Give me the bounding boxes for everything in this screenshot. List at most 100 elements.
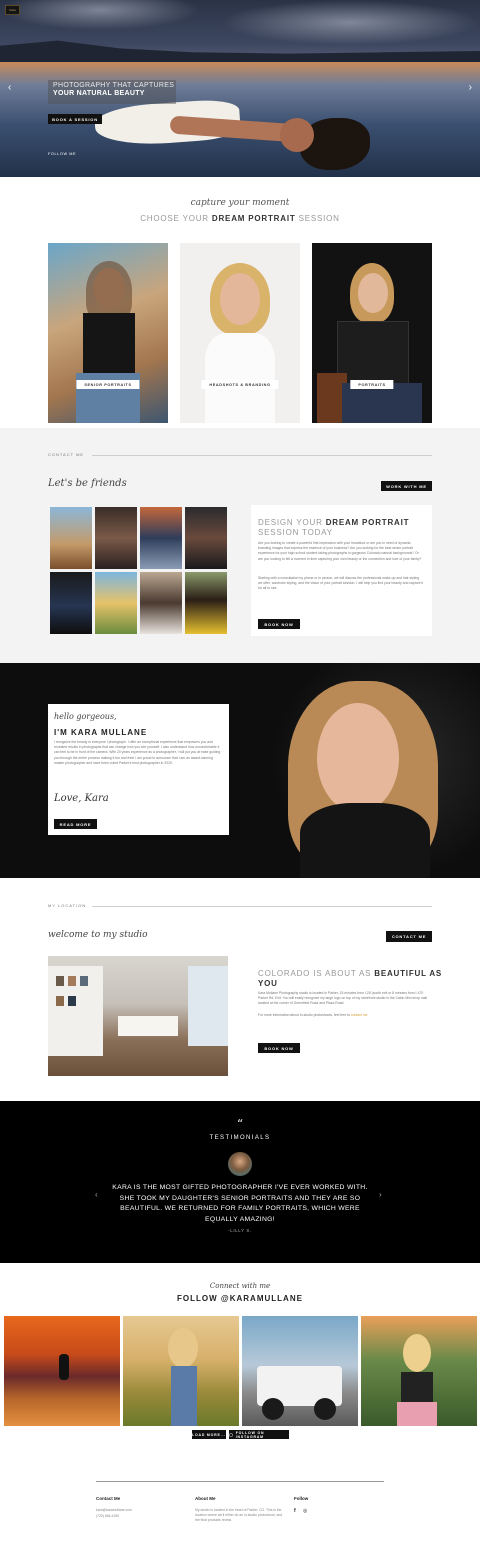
instagram-icon: ◯	[229, 1432, 234, 1437]
footer-follow-title: Follow	[294, 1496, 309, 1501]
site-logo[interactable]: Kara	[5, 5, 20, 15]
choose-heading-bold: DREAM PORTRAIT	[211, 214, 296, 223]
card-model-jeans	[342, 383, 422, 423]
kara-face	[317, 703, 399, 813]
instagram-post[interactable]	[361, 1316, 477, 1426]
studio-frame	[80, 976, 88, 986]
instagram-post[interactable]	[123, 1316, 239, 1426]
gallery-thumb[interactable]	[95, 507, 137, 569]
facebook-icon[interactable]: f	[294, 1508, 296, 1514]
instagram-post[interactable]	[4, 1316, 120, 1426]
location-script: welcome to my studio	[48, 930, 148, 940]
hero-caption-line2: YOUR NATURAL BEAUTY	[53, 90, 145, 97]
chevron-right-icon[interactable]: ›	[379, 1190, 382, 1199]
contact-section-label: CONTACT ME	[48, 452, 85, 457]
card-model-hair	[86, 261, 132, 321]
footer-divider	[96, 1481, 384, 1482]
about-script: hello gorgeous,	[54, 712, 117, 721]
portraits-label[interactable]: PORTRAITS	[350, 380, 394, 389]
chevron-right-icon[interactable]: ›	[469, 82, 472, 93]
hero-model-face	[280, 118, 314, 152]
instagram-icon[interactable]: ◎	[303, 1508, 307, 1514]
design-heading-prefix: DESIGN YOUR	[258, 518, 326, 527]
portraits-card[interactable]: PORTRAITS	[312, 243, 432, 423]
senior-portraits-label[interactable]: SENIOR PORTRAITS	[76, 380, 140, 389]
gallery-thumb[interactable]	[185, 507, 227, 569]
location-heading-bold: BEAUTIFUL AS	[374, 969, 443, 978]
testimonials-title: TESTIMONIALS	[209, 1135, 271, 1141]
choose-heading: CHOOSE YOUR DREAM PORTRAIT SESSION	[0, 214, 480, 223]
follow-instagram-button[interactable]: ◯ FOLLOW ON INSTAGRAM	[229, 1430, 289, 1439]
choose-heading-prefix: CHOOSE YOUR	[140, 214, 212, 223]
design-paragraph-2: Starting with a consultation by phone or…	[258, 576, 424, 591]
footer-email[interactable]: kara@karamullane.com	[96, 1508, 132, 1513]
instagram-script: Connect with me	[209, 1282, 271, 1290]
hero-caption-line1: PHOTOGRAPHY THAT CAPTURES	[53, 82, 175, 89]
ig-jeep-wheel	[314, 1398, 336, 1420]
contact-divider	[92, 455, 432, 456]
location-paragraph-2: For more information about in-studio pho…	[258, 1013, 428, 1018]
hero-clouds	[0, 0, 200, 30]
hero-banner: Kara PHOTOGRAPHY THAT CAPTURES YOUR NATU…	[0, 0, 480, 177]
testimonial-avatar	[228, 1152, 252, 1176]
location-book-now-button[interactable]: BOOK NOW	[258, 1043, 300, 1053]
card-model-face	[220, 273, 260, 325]
follow-me-link[interactable]: FOLLOW ME	[48, 152, 76, 156]
studio-backdrop	[118, 1016, 178, 1036]
book-now-button[interactable]: BOOK NOW	[258, 619, 300, 629]
load-more-button[interactable]: LOAD MORE...	[192, 1430, 226, 1439]
ig-model-hair	[403, 1334, 431, 1372]
instagram-heading: FOLLOW @KARAMULLANE	[177, 1294, 303, 1303]
headshots-branding-card[interactable]: HEADSHOTS & BRANDING	[180, 243, 300, 423]
ig-model-jeans	[171, 1366, 197, 1426]
ig-surfer	[59, 1354, 69, 1380]
footer-about-title: About Me	[195, 1496, 216, 1501]
contact-me-button[interactable]: CONTACT ME	[386, 931, 432, 942]
quote-icon: “	[236, 1117, 244, 1131]
chevron-left-icon[interactable]: ‹	[8, 82, 11, 93]
studio-photo	[48, 956, 228, 1076]
read-more-button[interactable]: READ MORE	[54, 819, 97, 829]
gallery-thumb[interactable]	[95, 572, 137, 634]
card-model-face	[358, 273, 388, 313]
footer-contact-title: Contact Me	[96, 1496, 121, 1501]
gallery-thumb[interactable]	[50, 507, 92, 569]
senior-portraits-card[interactable]: SENIOR PORTRAITS	[48, 243, 168, 423]
gallery-thumb[interactable]	[185, 572, 227, 634]
gallery-thumb[interactable]	[140, 507, 182, 569]
about-title: I'M KARA MULLANE	[54, 728, 148, 737]
location-paragraph-2-text: For more information about in-studio pho…	[258, 1013, 351, 1017]
design-heading-line2: SESSION TODAY	[258, 528, 333, 537]
card-model-top	[83, 313, 135, 373]
card-model-top	[205, 333, 275, 423]
location-heading-prefix: COLORADO IS ABOUT AS	[258, 969, 375, 978]
kara-portrait	[270, 663, 480, 878]
about-signature: Love, Kara	[54, 793, 109, 804]
location-section-label: MY LOCATION	[48, 903, 87, 908]
chevron-left-icon[interactable]: ‹	[95, 1190, 98, 1199]
footer-phone[interactable]: (720) 666-4150	[96, 1514, 119, 1519]
kara-sweater	[300, 803, 430, 878]
hero-clouds	[220, 0, 480, 45]
studio-window	[188, 966, 228, 1046]
book-session-button[interactable]: BOOK A SESSION	[48, 114, 102, 124]
work-with-me-button[interactable]: WORK WITH ME	[381, 481, 432, 491]
contact-me-link[interactable]: contact me	[351, 1013, 368, 1017]
ig-model-hair	[168, 1328, 198, 1368]
instagram-post[interactable]	[242, 1316, 358, 1426]
about-card	[48, 704, 229, 835]
location-heading-line1: COLORADO IS ABOUT AS BEAUTIFUL AS	[258, 969, 442, 978]
gallery-thumb[interactable]	[50, 572, 92, 634]
ig-model-skirt	[397, 1402, 437, 1426]
about-paragraph: I recognize the beauty in everyone I pho…	[54, 740, 221, 765]
gallery-thumb[interactable]	[140, 572, 182, 634]
location-heading-line2: YOU	[258, 979, 278, 988]
studio-frame	[56, 976, 64, 986]
design-heading-bold: DREAM PORTRAIT	[325, 518, 410, 527]
choose-heading-suffix: SESSION	[295, 214, 340, 223]
location-divider	[92, 906, 432, 907]
follow-instagram-label: FOLLOW ON INSTAGRAM	[235, 1430, 265, 1439]
headshots-branding-label[interactable]: HEADSHOTS & BRANDING	[201, 380, 279, 389]
ig-model-top	[401, 1372, 433, 1402]
footer-about-text: My studio is located in the heart of Par…	[195, 1508, 283, 1522]
